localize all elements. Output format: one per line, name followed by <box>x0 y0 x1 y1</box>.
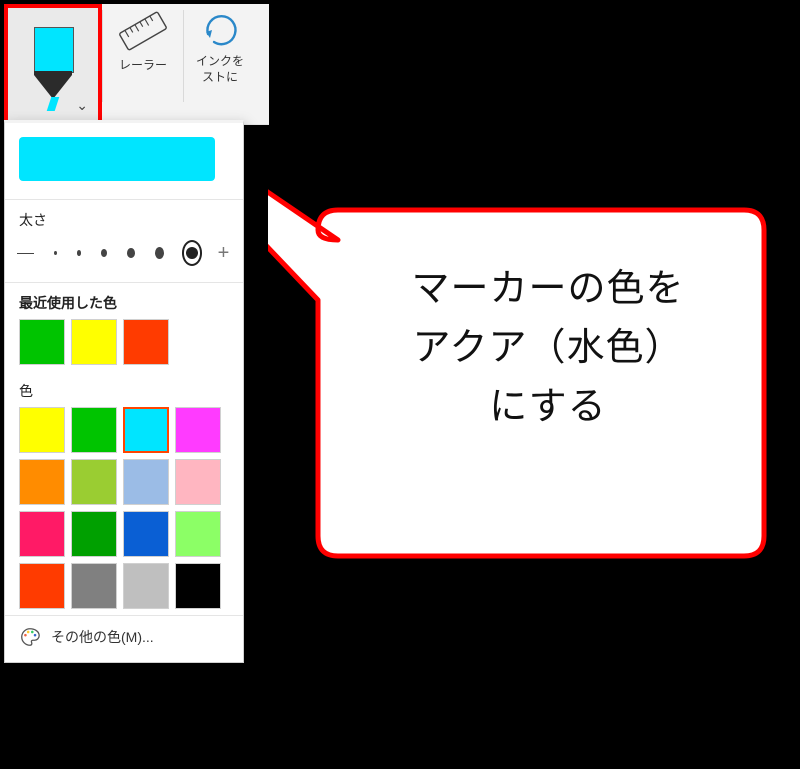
thickness-option-4[interactable] <box>127 248 135 258</box>
highlighter-pen-tool[interactable]: ⌄ <box>4 4 102 124</box>
recent-color-swatch[interactable] <box>123 319 169 365</box>
pen-options-popup: 太さ + 最近使用した色 色 その他の色(M)... <box>4 120 244 663</box>
color-swatch[interactable] <box>71 407 117 453</box>
colors-title: 色 <box>5 371 243 407</box>
thickness-picker[interactable]: + <box>5 236 243 276</box>
recent-colors-row <box>5 319 243 365</box>
palette-row <box>5 511 243 557</box>
thickness-option-1[interactable] <box>54 251 57 255</box>
thickness-title: 太さ <box>5 200 243 236</box>
palette-row <box>5 407 243 453</box>
color-swatch[interactable] <box>175 511 221 557</box>
callout-line-1: マーカーの色を <box>338 260 758 319</box>
recent-color-swatch[interactable] <box>71 319 117 365</box>
ink-replay-icon <box>198 8 242 52</box>
thickness-option-5[interactable] <box>155 247 164 259</box>
color-swatch[interactable] <box>19 407 65 453</box>
chevron-down-icon[interactable]: ⌄ <box>76 97 88 114</box>
ribbon: ⌄ レーラー インクを ストに <box>4 4 269 125</box>
palette-icon <box>19 626 41 648</box>
color-palette <box>5 407 243 609</box>
color-swatch[interactable] <box>123 563 169 609</box>
recent-colors-title: 最近使用した色 <box>5 283 243 319</box>
color-swatch[interactable] <box>123 459 169 505</box>
palette-row <box>5 563 243 609</box>
more-colors-label: その他の色(M)... <box>51 627 154 647</box>
ink-to-text-tool[interactable]: インクを ストに <box>184 4 256 124</box>
stroke-preview <box>19 133 229 193</box>
callout-line-3: にする <box>338 378 758 437</box>
highlighter-icon <box>32 27 74 105</box>
thickness-more-icon[interactable]: + <box>216 243 231 263</box>
color-swatch[interactable] <box>19 511 65 557</box>
callout-line-2: アクア（水色） <box>338 319 758 378</box>
ruler-tool[interactable]: レーラー <box>103 4 183 124</box>
recent-color-swatch[interactable] <box>19 319 65 365</box>
annotation-callout: マーカーの色を アクア（水色） にする <box>268 160 774 566</box>
ruler-icon <box>120 8 166 54</box>
thickness-option-line[interactable] <box>17 253 34 254</box>
color-swatch[interactable] <box>19 459 65 505</box>
thickness-option-3[interactable] <box>101 249 107 257</box>
color-swatch[interactable] <box>175 407 221 453</box>
color-swatch[interactable] <box>71 511 117 557</box>
ruler-label: レーラー <box>119 56 167 73</box>
color-swatch[interactable] <box>175 563 221 609</box>
more-colors-button[interactable]: その他の色(M)... <box>5 615 243 658</box>
color-swatch[interactable] <box>123 511 169 557</box>
color-swatch[interactable] <box>71 563 117 609</box>
color-swatch[interactable] <box>175 459 221 505</box>
color-swatch[interactable] <box>123 407 169 453</box>
ink-label: インクを ストに <box>196 54 244 85</box>
palette-row <box>5 459 243 505</box>
color-swatch[interactable] <box>19 563 65 609</box>
thickness-option-2[interactable] <box>77 250 82 256</box>
color-swatch[interactable] <box>71 459 117 505</box>
thickness-option-selected[interactable] <box>182 240 203 266</box>
